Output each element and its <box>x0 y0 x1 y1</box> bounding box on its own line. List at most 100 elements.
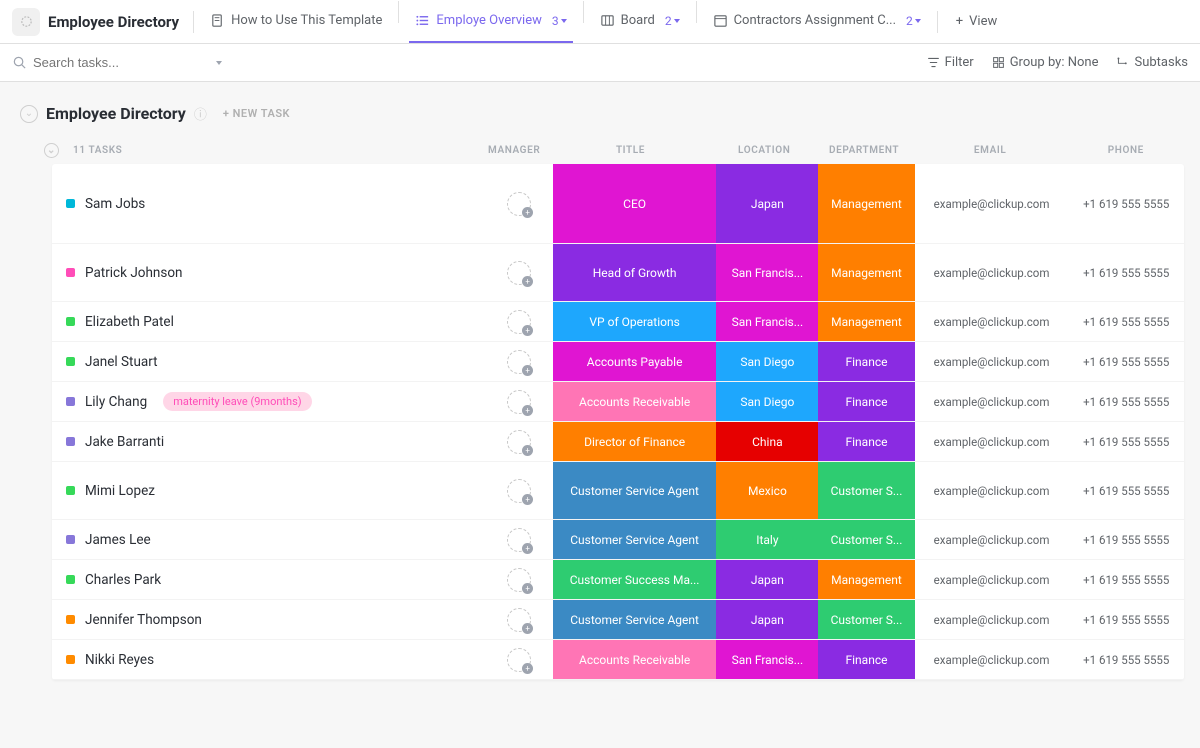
manager-cell[interactable] <box>485 422 552 461</box>
col-manager[interactable]: MANAGER <box>480 145 548 156</box>
manager-cell[interactable] <box>485 342 552 381</box>
tag-badge[interactable]: maternity leave (9months) <box>163 392 311 411</box>
title-cell[interactable]: CEO <box>553 164 717 243</box>
assign-manager-icon[interactable] <box>507 479 531 503</box>
title-cell[interactable]: Head of Growth <box>553 244 717 301</box>
subtasks-button[interactable]: Subtasks <box>1116 55 1188 70</box>
location-cell[interactable]: San Diego <box>716 342 818 381</box>
manager-cell[interactable] <box>485 302 552 341</box>
new-task-button[interactable]: + NEW TASK <box>223 107 290 120</box>
location-cell[interactable]: San Francis... <box>716 640 818 679</box>
assign-manager-icon[interactable] <box>507 528 531 552</box>
phone-cell[interactable]: +1 619 555 5555 <box>1069 640 1184 679</box>
search-input[interactable] <box>33 55 183 70</box>
title-cell[interactable]: Director of Finance <box>553 422 717 461</box>
assign-manager-icon[interactable] <box>507 648 531 672</box>
groupby-button[interactable]: Group by: None <box>992 55 1099 70</box>
assign-manager-icon[interactable] <box>507 310 531 334</box>
name-cell[interactable]: Janel Stuart <box>52 342 485 381</box>
table-row[interactable]: James Lee Customer Service Agent Italy C… <box>52 520 1184 560</box>
title-cell[interactable]: Customer Success Ma... <box>553 560 717 599</box>
department-cell[interactable]: Customer S... <box>818 462 914 519</box>
assign-manager-icon[interactable] <box>507 261 531 285</box>
phone-cell[interactable]: +1 619 555 5555 <box>1069 422 1184 461</box>
col-department[interactable]: DEPARTMENT <box>816 145 913 156</box>
email-cell[interactable]: example@clickup.com <box>915 422 1069 461</box>
title-cell[interactable]: Customer Service Agent <box>553 600 717 639</box>
table-row[interactable]: Lily Chang maternity leave (9months) Acc… <box>52 382 1184 422</box>
department-cell[interactable]: Management <box>818 560 914 599</box>
name-cell[interactable]: Lily Chang maternity leave (9months) <box>52 382 485 421</box>
email-cell[interactable]: example@clickup.com <box>915 462 1069 519</box>
email-cell[interactable]: example@clickup.com <box>915 302 1069 341</box>
phone-cell[interactable]: +1 619 555 5555 <box>1069 382 1184 421</box>
location-cell[interactable]: San Francis... <box>716 244 818 301</box>
location-cell[interactable]: San Diego <box>716 382 818 421</box>
email-cell[interactable]: example@clickup.com <box>915 164 1069 243</box>
manager-cell[interactable] <box>485 520 552 559</box>
email-cell[interactable]: example@clickup.com <box>915 244 1069 301</box>
department-cell[interactable]: Finance <box>818 382 914 421</box>
manager-cell[interactable] <box>485 640 552 679</box>
department-cell[interactable]: Management <box>818 244 914 301</box>
email-cell[interactable]: example@clickup.com <box>915 342 1069 381</box>
name-cell[interactable]: Elizabeth Patel <box>52 302 485 341</box>
table-row[interactable]: Patrick Johnson Head of Growth San Franc… <box>52 244 1184 302</box>
title-cell[interactable]: VP of Operations <box>553 302 717 341</box>
title-cell[interactable]: Accounts Receivable <box>553 640 717 679</box>
name-cell[interactable]: Charles Park <box>52 560 485 599</box>
tab-employe-overview[interactable]: Employe Overview 3 <box>409 1 572 43</box>
tab-how-to-use-this-template[interactable]: How to Use This Template <box>204 1 388 43</box>
name-cell[interactable]: Mimi Lopez <box>52 462 485 519</box>
info-icon[interactable]: ⓘ <box>194 104 207 123</box>
department-cell[interactable]: Customer S... <box>818 520 914 559</box>
name-cell[interactable]: Patrick Johnson <box>52 244 485 301</box>
department-cell[interactable]: Management <box>818 302 914 341</box>
email-cell[interactable]: example@clickup.com <box>915 382 1069 421</box>
title-cell[interactable]: Customer Service Agent <box>553 520 717 559</box>
name-cell[interactable]: James Lee <box>52 520 485 559</box>
table-row[interactable]: Janel Stuart Accounts Payable San Diego … <box>52 342 1184 382</box>
search-input-wrap[interactable] <box>12 55 222 70</box>
location-cell[interactable]: Italy <box>716 520 818 559</box>
location-cell[interactable]: Japan <box>716 560 818 599</box>
title-cell[interactable]: Accounts Payable <box>553 342 717 381</box>
title-cell[interactable]: Accounts Receivable <box>553 382 717 421</box>
location-cell[interactable]: China <box>716 422 818 461</box>
collapse-icon[interactable]: ⌄ <box>20 105 38 123</box>
add-view-button[interactable]: + View <box>948 14 1006 29</box>
assign-manager-icon[interactable] <box>507 568 531 592</box>
chevron-down-icon[interactable] <box>216 61 222 65</box>
table-row[interactable]: Elizabeth Patel VP of Operations San Fra… <box>52 302 1184 342</box>
filter-button[interactable]: Filter <box>927 55 974 70</box>
col-phone[interactable]: PHONE <box>1068 145 1184 156</box>
table-row[interactable]: Sam Jobs CEO Japan Management example@cl… <box>52 164 1184 244</box>
phone-cell[interactable]: +1 619 555 5555 <box>1069 462 1184 519</box>
phone-cell[interactable]: +1 619 555 5555 <box>1069 342 1184 381</box>
email-cell[interactable]: example@clickup.com <box>915 520 1069 559</box>
assign-manager-icon[interactable] <box>507 350 531 374</box>
department-cell[interactable]: Finance <box>818 422 914 461</box>
email-cell[interactable]: example@clickup.com <box>915 600 1069 639</box>
department-cell[interactable]: Customer S... <box>818 600 914 639</box>
name-cell[interactable]: Nikki Reyes <box>52 640 485 679</box>
phone-cell[interactable]: +1 619 555 5555 <box>1069 302 1184 341</box>
phone-cell[interactable]: +1 619 555 5555 <box>1069 164 1184 243</box>
email-cell[interactable]: example@clickup.com <box>915 560 1069 599</box>
email-cell[interactable]: example@clickup.com <box>915 640 1069 679</box>
manager-cell[interactable] <box>485 462 552 519</box>
table-row[interactable]: Jennifer Thompson Customer Service Agent… <box>52 600 1184 640</box>
department-cell[interactable]: Management <box>818 164 914 243</box>
location-cell[interactable]: Mexico <box>716 462 818 519</box>
assign-manager-icon[interactable] <box>507 192 531 216</box>
title-cell[interactable]: Customer Service Agent <box>553 462 717 519</box>
tab-board[interactable]: Board 2 <box>594 1 686 43</box>
manager-cell[interactable] <box>485 560 552 599</box>
location-cell[interactable]: Japan <box>716 600 818 639</box>
manager-cell[interactable] <box>485 382 552 421</box>
location-cell[interactable]: San Francis... <box>716 302 818 341</box>
col-title[interactable]: TITLE <box>548 145 713 156</box>
department-cell[interactable]: Finance <box>818 640 914 679</box>
phone-cell[interactable]: +1 619 555 5555 <box>1069 244 1184 301</box>
table-row[interactable]: Jake Barranti Director of Finance China … <box>52 422 1184 462</box>
